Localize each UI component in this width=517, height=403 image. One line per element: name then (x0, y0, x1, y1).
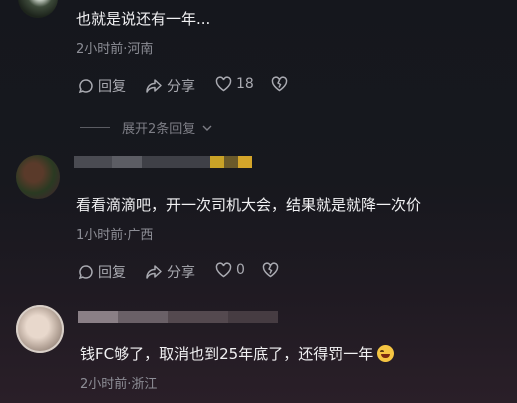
reply-button[interactable]: 回复 (78, 262, 126, 282)
comment-meta: 1小时前·广西 (76, 228, 154, 243)
comment-meta: 2小时前·河南 (76, 42, 154, 57)
comment-text-content: 钱FC够了，取消也到25年底了，还得罚一年 (80, 345, 374, 363)
chevron-down-icon (202, 125, 212, 131)
avatar[interactable] (16, 155, 60, 199)
reply-label: 回复 (98, 79, 126, 95)
share-label: 分享 (167, 265, 195, 281)
username-blurred[interactable] (78, 311, 278, 329)
comment-icon (78, 265, 93, 280)
share-button[interactable]: 分享 (145, 76, 195, 96)
laughing-emoji-icon (377, 345, 395, 362)
like-button[interactable]: 18 (215, 76, 254, 92)
broken-heart-icon (262, 262, 279, 278)
comment-icon (78, 79, 93, 94)
expand-replies-button[interactable]: 展开2条回复 (80, 118, 213, 137)
comment-meta: 2小时前·浙江 (80, 377, 158, 392)
avatar[interactable] (18, 0, 58, 18)
share-icon (146, 265, 162, 279)
like-count: 18 (236, 76, 254, 92)
reply-button[interactable]: 回复 (78, 76, 126, 96)
share-icon (146, 79, 162, 93)
like-count: 0 (236, 262, 245, 278)
comment-text: 也就是说还有一年... (76, 10, 211, 28)
like-button[interactable]: 0 (215, 262, 245, 278)
avatar[interactable] (16, 305, 64, 353)
broken-heart-icon (271, 76, 288, 92)
comment-text: 看看滴滴吧，开一次司机大会，结果就是就降一次价 (76, 196, 422, 214)
divider-line (80, 127, 110, 128)
expand-replies-label: 展开2条回复 (122, 122, 196, 137)
reply-label: 回复 (98, 265, 126, 281)
comment-text: 钱FC够了，取消也到25年底了，还得罚一年 (80, 343, 395, 364)
dislike-button[interactable] (262, 262, 279, 278)
share-label: 分享 (167, 79, 195, 95)
heart-icon (215, 262, 232, 278)
share-button[interactable]: 分享 (145, 262, 195, 282)
username-blurred[interactable] (74, 156, 252, 174)
dislike-button[interactable] (271, 76, 288, 92)
heart-icon (215, 76, 232, 92)
